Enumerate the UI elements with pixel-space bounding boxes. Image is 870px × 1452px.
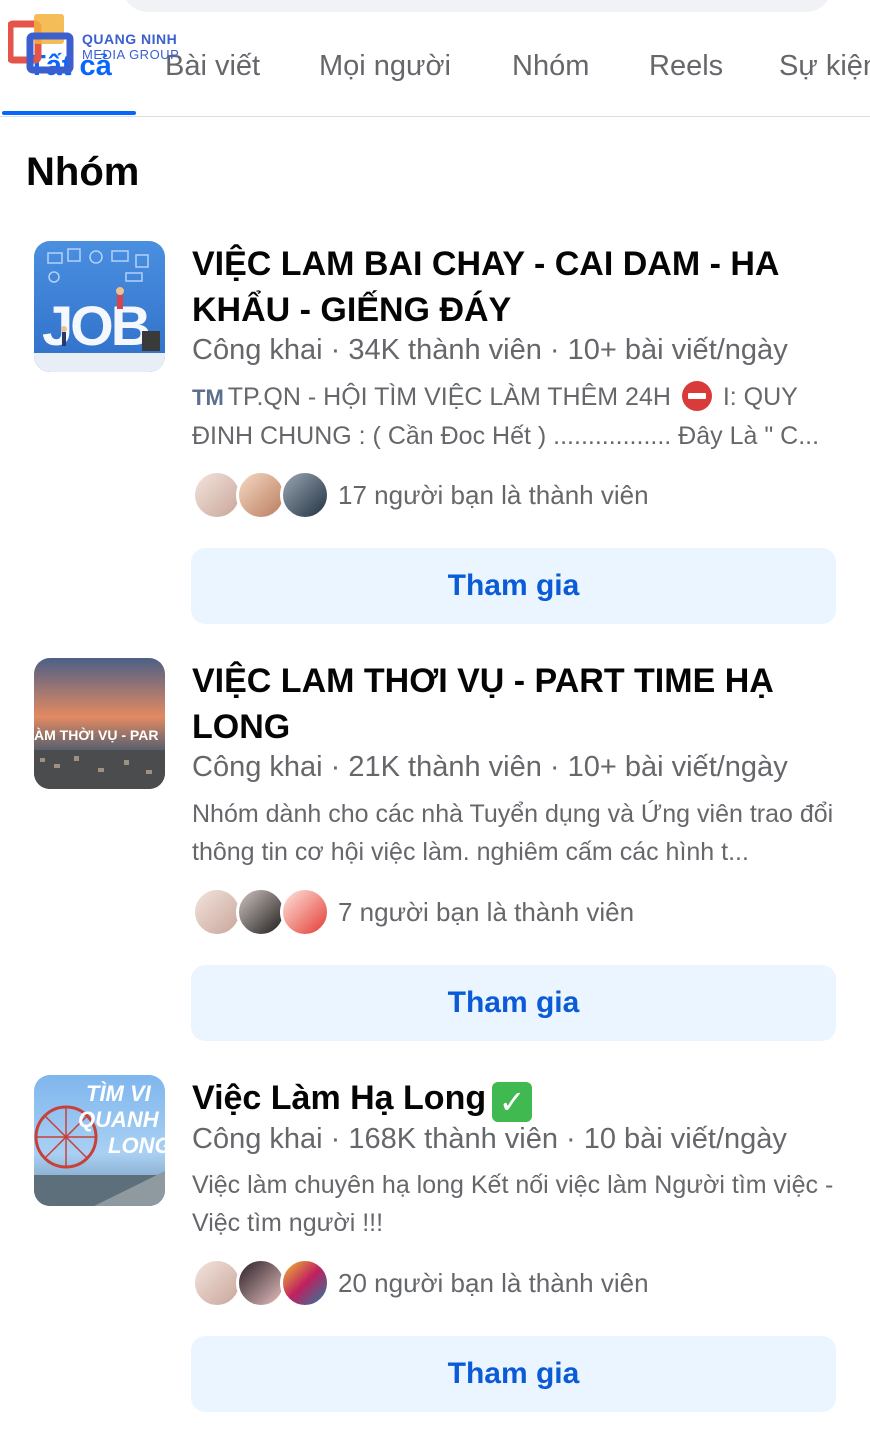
group-description-part1: TP.QN - HỘI TÌM VIỆC LÀM THÊM 24H bbox=[227, 383, 671, 411]
group-thumbnail[interactable]: ÀM THỜI VỤ - PAR bbox=[34, 658, 165, 789]
group-name[interactable]: VIỆC LAM BAI CHAY - CAI DAM - HA KHẨU - … bbox=[192, 241, 842, 333]
thumbnail-text: ÀM THỜI VỤ - PAR bbox=[34, 726, 158, 743]
verified-check-icon: ✓ bbox=[492, 1082, 533, 1122]
group-meta: Công khai · 34K thành viên · 10+ bài viế… bbox=[192, 334, 788, 366]
avatar bbox=[236, 1258, 286, 1308]
avatar bbox=[280, 1258, 330, 1308]
group-name-text: Việc Làm Hạ Long bbox=[192, 1079, 487, 1117]
tab-groups[interactable]: Nhóm bbox=[512, 50, 589, 83]
thumbnail-text: LONG bbox=[108, 1133, 165, 1158]
thumbnail-text: JOB bbox=[42, 294, 149, 357]
group-thumbnail[interactable]: JOB bbox=[34, 241, 165, 372]
friend-members: 20 người bạn là thành viên bbox=[192, 1258, 832, 1310]
qmg-logo-icon bbox=[8, 14, 74, 74]
thumbnail-text: QUANH bbox=[78, 1107, 160, 1132]
no-entry-icon bbox=[681, 381, 712, 411]
tab-people[interactable]: Mọi người bbox=[319, 50, 451, 83]
group-description: Việc làm chuyên hạ long Kết nối việc làm… bbox=[192, 1171, 834, 1237]
friends-count: 7 người bạn là thành viên bbox=[338, 897, 635, 927]
friend-members: 17 người bạn là thành viên bbox=[192, 470, 832, 522]
tab-reels[interactable]: Reels bbox=[649, 50, 723, 83]
group-thumbnail[interactable]: TÌM VI QUANH LONG bbox=[34, 1075, 165, 1206]
active-tab-indicator bbox=[2, 111, 136, 115]
friend-members: 7 người bạn là thành viên bbox=[192, 887, 832, 939]
group-name[interactable]: Việc Làm Hạ Long ✓ bbox=[192, 1075, 842, 1122]
tab-events[interactable]: Sự kiện bbox=[779, 50, 870, 83]
watermark-line1: QUANG NINH bbox=[82, 31, 178, 47]
section-title: Nhóm bbox=[26, 150, 140, 194]
group-name[interactable]: VIỆC LAM THƠI VỤ - PART TIME HẠ LONG bbox=[192, 658, 842, 750]
group-meta: Công khai · 168K thành viên · 10 bài viế… bbox=[192, 1123, 787, 1155]
thumbnail-text: TÌM VI bbox=[86, 1081, 152, 1106]
tm-symbol: TM bbox=[192, 385, 224, 410]
friends-count: 17 người bạn là thành viên bbox=[338, 480, 649, 510]
friends-count: 20 người bạn là thành viên bbox=[338, 1268, 649, 1298]
join-group-button[interactable]: Tham gia bbox=[191, 548, 836, 624]
search-bar[interactable] bbox=[122, 0, 832, 12]
watermark: QUANG NINH MEDIA GROUP bbox=[8, 10, 198, 80]
avatar bbox=[192, 887, 242, 937]
avatar bbox=[280, 887, 330, 937]
group-meta: Công khai · 21K thành viên · 10+ bài viế… bbox=[192, 751, 788, 783]
group-description: TM TP.QN - HỘI TÌM VIỆC LÀM THÊM 24H I: Q… bbox=[192, 378, 837, 454]
avatar bbox=[280, 470, 330, 520]
avatar bbox=[192, 1258, 242, 1308]
avatar bbox=[236, 470, 286, 520]
group-description: Nhóm dành cho các nhà Tuyển dụng và Ứng … bbox=[192, 800, 834, 866]
watermark-line2: MEDIA GROUP bbox=[82, 47, 180, 62]
avatar bbox=[192, 470, 242, 520]
join-group-button[interactable]: Tham gia bbox=[191, 965, 836, 1041]
avatar bbox=[236, 887, 286, 937]
join-group-button[interactable]: Tham gia bbox=[191, 1336, 836, 1412]
